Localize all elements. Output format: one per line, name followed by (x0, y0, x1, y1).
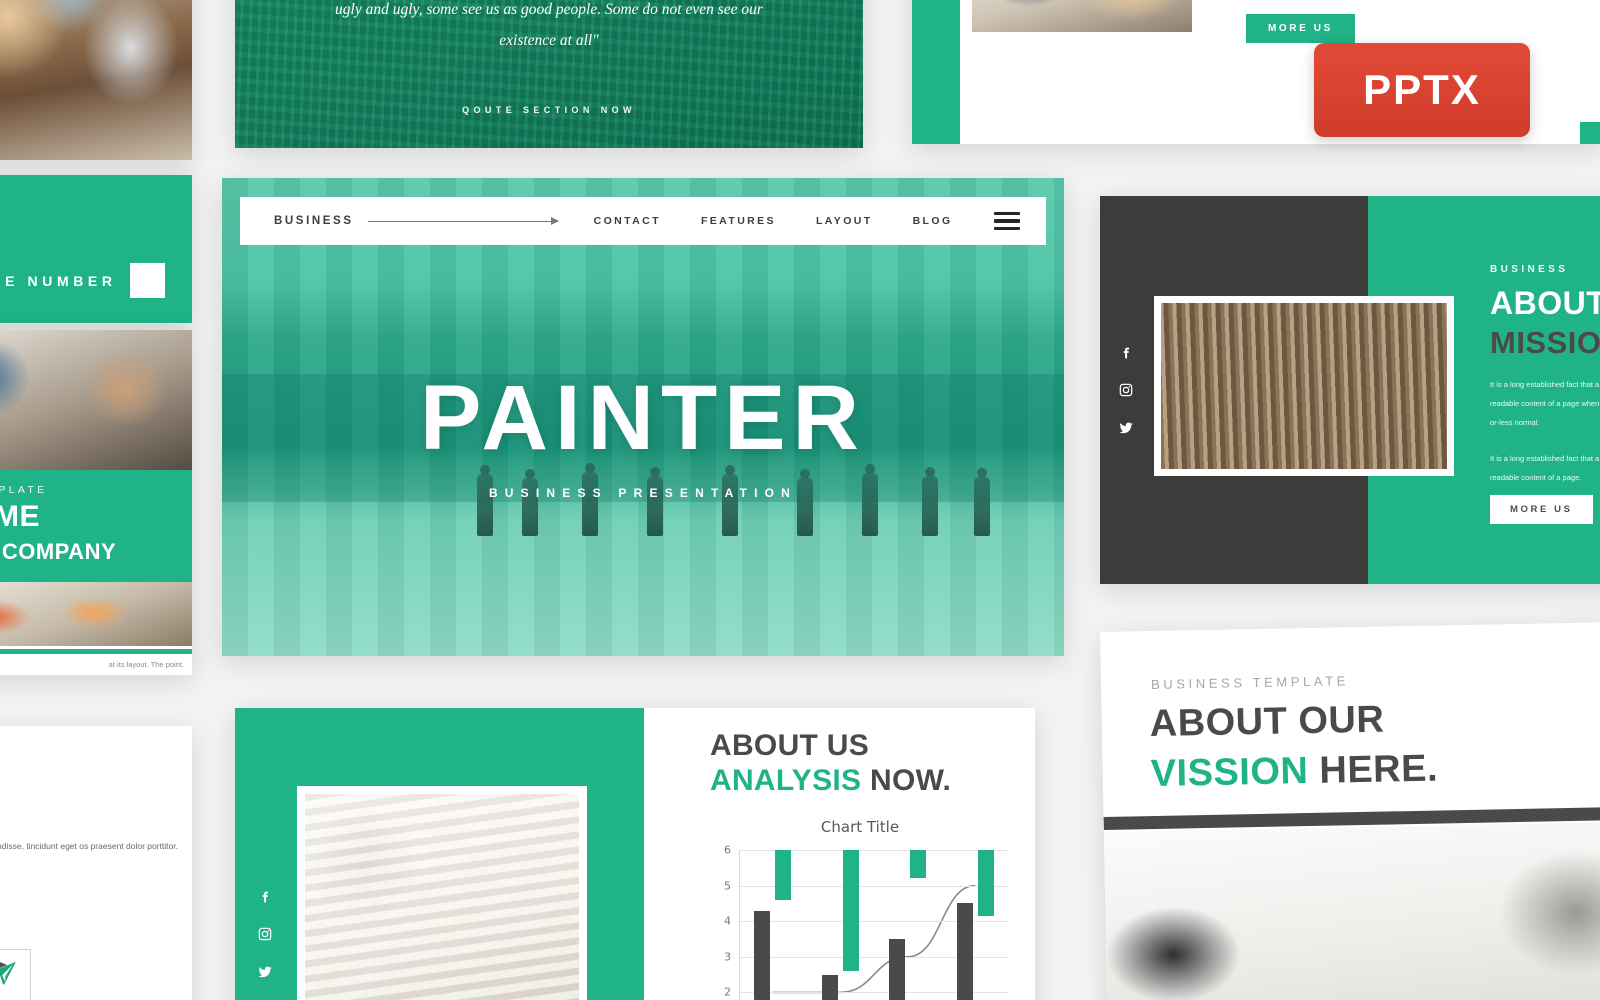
nav-link-contact[interactable]: CONTACT (594, 215, 661, 227)
chart-bar (775, 850, 792, 900)
welcome-caption: at its layout. The point. (108, 660, 184, 669)
vission-eyebrow: BUSINESS TEMPLATE (1150, 673, 1350, 693)
hero-title: PAINTER (420, 366, 866, 469)
pptx-badge-label: PPTX (1363, 66, 1481, 113)
chart-bar (821, 974, 838, 1000)
quote-content: ugly and ugly, some see us as good peopl… (235, 0, 863, 148)
chart-y-tick-label: 4 (724, 914, 731, 928)
planner-photo (297, 786, 587, 1000)
welcome-subheading: AGE COMPANY (0, 541, 192, 563)
analysis-heading-green: ANALYSIS (710, 764, 862, 798)
twitter-icon[interactable] (1118, 420, 1134, 436)
vission-heading-line2: VISSION HERE. (1150, 748, 1438, 797)
paper-plane-button[interactable] (0, 949, 31, 1000)
page-number-box (130, 263, 165, 298)
vission-heading-green: VISSION (1150, 750, 1309, 796)
facebook-icon[interactable] (257, 888, 273, 904)
hamburger-icon[interactable] (994, 208, 1020, 235)
chart-y-tick-label: 2 (724, 985, 731, 999)
welcome-divider (0, 649, 192, 654)
analysis-chart: Chart Title 123456 (705, 818, 1015, 1000)
nav-links: CONTACT FEATURES LAYOUT BLOG (594, 215, 953, 227)
slide-card-quote[interactable]: ugly and ugly, some see us as good peopl… (235, 0, 863, 148)
nav-arrow-icon (367, 217, 559, 225)
more-us-button[interactable]: MORE US (1246, 14, 1355, 43)
mission-eyebrow: BUSINESS (1490, 264, 1569, 275)
slide-card-page-number[interactable]: PAGE NUMBER (0, 175, 192, 323)
chart-title: Chart Title (820, 818, 900, 836)
chart-y-tick-label: 6 (724, 843, 731, 857)
chart-y-tick-label: 5 (724, 879, 731, 893)
chart-bar (977, 850, 994, 916)
page-number-label: PAGE NUMBER (0, 273, 117, 289)
chart-y-tick-label: 3 (724, 950, 731, 964)
paper-plane-icon (0, 959, 19, 994)
hat-photo (968, 0, 1196, 36)
hero-title-block: PAINTER BUSINESS PRESENTATION (222, 178, 1064, 656)
welcome-eyebrow: S TEMPLATE (0, 484, 48, 496)
mission-more-us-button[interactable]: MORE US (1490, 495, 1593, 524)
slide-card-vission[interactable]: BUSINESS TEMPLATE ABOUT OUR VISSION HERE… (1100, 621, 1600, 1000)
nav-brand[interactable]: BUSINESS (274, 215, 354, 227)
more-us-corner-accent (1580, 122, 1600, 144)
vission-heading-line1: ABOUT OUR (1149, 698, 1385, 746)
hero-subtitle: BUSINESS PRESENTATION (488, 486, 798, 501)
desk-photo (1103, 821, 1600, 1000)
mission-heading-line2: MISSION (1490, 325, 1600, 360)
twitter-icon[interactable] (257, 964, 273, 980)
library-photo (1154, 296, 1454, 476)
pptx-format-badge: PPTX (1314, 43, 1530, 137)
slide-card-contact[interactable]: em suspendisse, tincidunt eget os praese… (0, 726, 192, 1000)
analysis-social-links (257, 888, 273, 980)
contact-body-text: em suspendisse, tincidunt eget os praese… (0, 841, 178, 851)
analysis-heading-line2: ANALYSIS NOW. (710, 763, 951, 798)
quote-text: ugly and ugly, some see us as good peopl… (335, 1, 763, 49)
analysis-heading-block: ABOUT US ANALYSIS NOW. (710, 728, 951, 799)
slide-card-analysis[interactable]: ABOUT US ANALYSIS NOW. Chart Title 12345… (235, 708, 1035, 1000)
instagram-icon[interactable] (257, 926, 273, 942)
quote-section-label: QOUTE SECTION NOW (462, 105, 636, 115)
analysis-heading-line1: ABOUT US (710, 729, 870, 762)
welcome-subheading-rest: COMPANY (1, 539, 117, 564)
chart-plot-area: 123456 (724, 844, 1009, 1000)
chart-bar (754, 910, 771, 1000)
chart-bar (889, 939, 906, 1000)
welcome-bottom-photo (0, 582, 192, 646)
chart-y-axis (739, 850, 740, 1000)
chart-bar (842, 850, 859, 972)
chart-bar (956, 903, 973, 1000)
welcome-heading: COME (0, 500, 40, 533)
mission-social-links (1118, 344, 1134, 436)
chart-bar (910, 850, 927, 879)
mission-body-text-1: It is a long established fact that a rea… (1490, 380, 1600, 427)
analysis-heading-rest: NOW. (869, 764, 952, 798)
instagram-icon[interactable] (1118, 382, 1134, 398)
mission-body: BUSINESS ABOUT MISSION It is a long esta… (1490, 264, 1600, 488)
welcome-green-band: S TEMPLATE COME AGE COMPANY (0, 470, 192, 582)
nav-link-layout[interactable]: LAYOUT (816, 215, 873, 227)
slide-card-people-photo[interactable] (0, 0, 192, 160)
vission-heading-rest: HERE. (1319, 747, 1439, 792)
template-preview-stage: PAGE NUMBER S TEMPLATE COME AGE COMPANY … (0, 0, 1600, 1000)
slide-card-welcome[interactable]: S TEMPLATE COME AGE COMPANY at its layou… (0, 330, 192, 675)
slide-card-hero-painter[interactable]: BUSINESS CONTACT FEATURES LAYOUT BLOG PA… (222, 178, 1064, 656)
mission-heading-line1: ABOUT (1490, 285, 1600, 321)
nav-link-features[interactable]: FEATURES (701, 215, 776, 227)
hero-navbar[interactable]: BUSINESS CONTACT FEATURES LAYOUT BLOG (240, 197, 1046, 245)
mission-body-text-2: It is a long established fact that a rea… (1490, 454, 1600, 482)
slide-card-mission[interactable]: BUSINESS ABOUT MISSION It is a long esta… (1100, 196, 1600, 584)
nav-link-blog[interactable]: BLOG (913, 215, 953, 227)
facebook-icon[interactable] (1118, 344, 1134, 360)
welcome-top-photo (0, 330, 192, 470)
people-photo (0, 0, 192, 160)
